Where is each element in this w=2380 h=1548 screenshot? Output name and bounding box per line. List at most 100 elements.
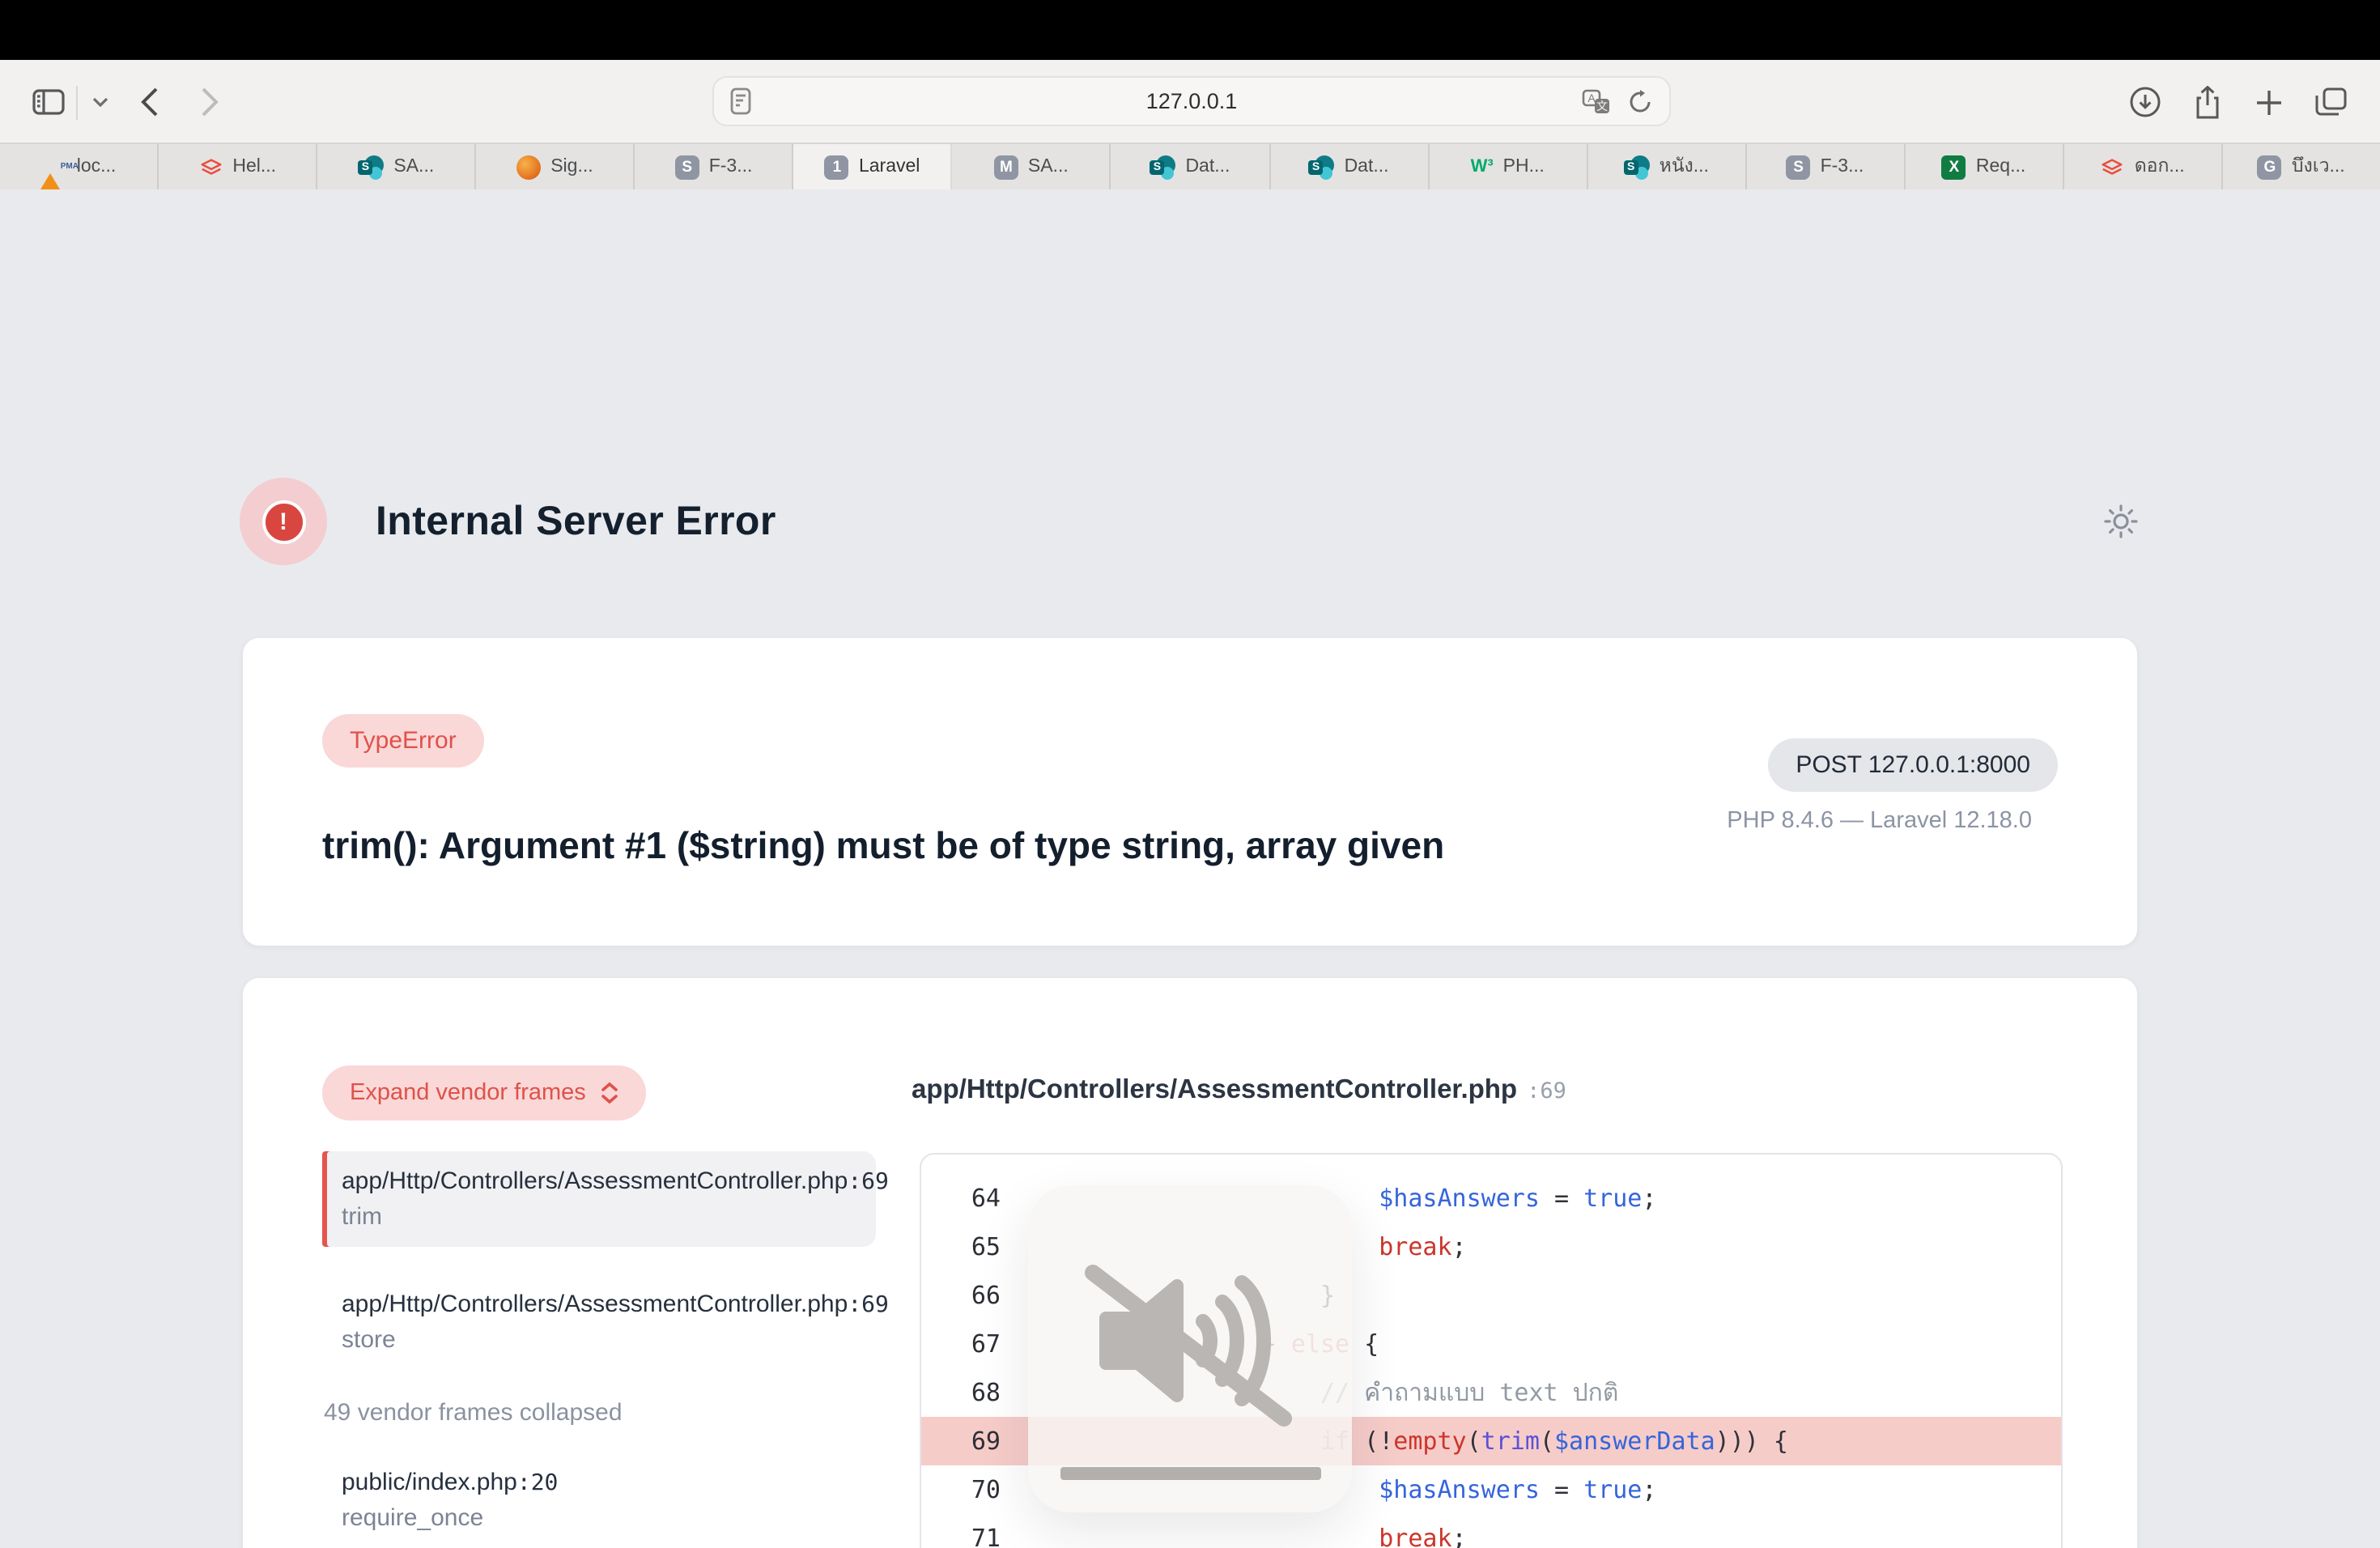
screen: 127.0.0.1 A 文: [0, 0, 2380, 1548]
back-button[interactable]: [130, 60, 168, 144]
svg-text:A: A: [1587, 91, 1596, 104]
code-line: break;: [1086, 1524, 1467, 1548]
page-title: Internal Server Error: [376, 498, 776, 545]
tab-label: บึงเว...: [2292, 152, 2345, 181]
volume-level-bar: [1060, 1467, 1321, 1479]
reader-view-icon[interactable]: [730, 87, 751, 115]
sidebar-menu-chevron[interactable]: [84, 60, 117, 144]
line-number: 71: [921, 1524, 1001, 1548]
frame-file-path: app/Http/Controllers/AssessmentControlle…: [342, 1287, 856, 1323]
macos-menubar: [0, 0, 2380, 60]
tab-label: SA...: [1028, 157, 1069, 176]
chevron-down-icon: [92, 97, 108, 107]
browser-tab[interactable]: 1 Laravel: [794, 144, 953, 189]
chevron-left-icon: [140, 87, 158, 117]
url-text: 127.0.0.1: [714, 89, 1669, 113]
browser-tab[interactable]: S Dat...: [1270, 144, 1429, 189]
browser-tab[interactable]: PMA loc...: [0, 144, 159, 189]
exception-type-badge: TypeError: [322, 714, 484, 768]
browser-tab[interactable]: W³PH...: [1429, 144, 1587, 189]
exception-message: trim(): Argument #1 ($string) must be of…: [322, 824, 1444, 868]
sharepoint-icon: S: [1309, 155, 1335, 179]
line-number: 67: [921, 1329, 1001, 1359]
sun-icon: [2102, 502, 2140, 541]
tab-label: PH...: [1503, 157, 1545, 176]
sharepoint-icon: S: [1624, 155, 1650, 179]
stack-frames-list: app/Http/Controllers/AssessmentControlle…: [322, 1151, 876, 1548]
muted-speaker-icon: [1083, 1250, 1297, 1431]
browser-tab[interactable]: G บึงเว...: [2223, 144, 2380, 189]
tab-label: Sig...: [550, 157, 593, 176]
sharepoint-icon: S: [358, 155, 384, 179]
stack-frame[interactable]: app/Http/Controllers/AssessmentControlle…: [322, 1274, 876, 1370]
volume-osd-overlay: [1028, 1185, 1352, 1512]
tab-label: SA...: [393, 157, 434, 176]
browser-tab[interactable]: S Dat...: [1111, 144, 1270, 189]
browser-tab[interactable]: SF-3...: [1746, 144, 1905, 189]
browser-tab[interactable]: S หนัง...: [1587, 144, 1746, 189]
share-button[interactable]: [2186, 60, 2228, 144]
sidebar-icon: [32, 89, 65, 115]
page-header: ! Internal Server Error: [240, 478, 776, 565]
stack-frame[interactable]: public/index.php:20require_once: [322, 1452, 876, 1548]
browser-tab[interactable]: Sig...: [476, 144, 635, 189]
tab-label: Dat...: [1185, 157, 1230, 176]
environment-versions: PHP 8.4.6 — Laravel 12.18.0: [1727, 808, 2032, 834]
request-method-badge: POST 127.0.0.1:8000: [1768, 738, 2058, 792]
line-number: 70: [921, 1475, 1001, 1504]
sharepoint-icon: S: [1150, 155, 1175, 179]
frame-function: require_once: [342, 1501, 856, 1535]
browser-tab[interactable]: Hel...: [159, 144, 317, 189]
code-file-path: app/Http/Controllers/AssessmentControlle…: [912, 1075, 1517, 1104]
new-tab-button[interactable]: [2247, 60, 2289, 144]
tab-label: หนัง...: [1660, 152, 1709, 181]
theme-toggle-button[interactable]: [2102, 502, 2140, 541]
forward-button[interactable]: [189, 60, 228, 144]
chevron-right-icon: [200, 87, 218, 117]
line-number: 68: [921, 1378, 1001, 1407]
address-bar[interactable]: 127.0.0.1 A 文: [712, 76, 1671, 126]
reload-icon[interactable]: [1627, 89, 1653, 115]
downloads-button[interactable]: [2124, 60, 2166, 144]
translate-icon[interactable]: A 文: [1582, 89, 1611, 115]
tab-strip: PMAloc...Hel...SSA...Sig...SF-3...1Larav…: [0, 144, 2380, 189]
tab-label: Laravel: [859, 157, 920, 176]
browser-tab[interactable]: ดอก...: [2064, 144, 2223, 189]
tabs-icon: [2315, 87, 2348, 117]
frame-file-path: app/Http/Controllers/AssessmentControlle…: [342, 1164, 856, 1200]
error-badge-icon: !: [240, 478, 327, 565]
frame-file-path: public/index.php:20: [342, 1465, 856, 1501]
browser-toolbar: 127.0.0.1 A 文: [0, 60, 2380, 144]
tab-label: Req...: [1976, 157, 2025, 176]
frame-function: store: [342, 1323, 856, 1357]
browser-tab[interactable]: MSA...: [953, 144, 1111, 189]
tab-overview-button[interactable]: [2309, 60, 2354, 144]
tab-label: loc...: [77, 157, 117, 176]
collapsed-frames-note[interactable]: 49 vendor frames collapsed: [324, 1397, 876, 1430]
stack-frame[interactable]: app/Http/Controllers/AssessmentControlle…: [322, 1151, 876, 1247]
code-row: 71 break;: [921, 1514, 2061, 1548]
code-line-ref: :69: [1527, 1078, 1566, 1104]
tab-label: F-3...: [709, 157, 753, 176]
tab-favicon: G: [2258, 155, 2282, 179]
expand-vendor-frames-button[interactable]: Expand vendor frames: [322, 1065, 646, 1121]
line-number: 64: [921, 1184, 1001, 1213]
plus-icon: [2255, 88, 2282, 116]
sphere-icon: [516, 155, 541, 179]
svg-text:文: 文: [1596, 100, 1608, 113]
laravel-icon: [2101, 156, 2125, 177]
browser-tab[interactable]: X Req...: [1906, 144, 2064, 189]
browser-tab[interactable]: S F-3...: [635, 144, 794, 189]
tab-favicon: 1: [825, 155, 849, 179]
browser-tab[interactable]: S SA...: [317, 144, 476, 189]
tab-label: Dat...: [1345, 157, 1389, 176]
phpmyadmin-icon: PMA: [41, 154, 67, 180]
tab-favicon: S: [1787, 155, 1811, 179]
excel-icon: X: [1942, 155, 1966, 179]
sidebar-toggle-button[interactable]: [26, 60, 71, 144]
share-icon: [2193, 85, 2221, 119]
line-number: 69: [921, 1427, 1001, 1456]
expand-vendor-frames-label: Expand vendor frames: [350, 1080, 586, 1106]
line-number: 65: [921, 1232, 1001, 1261]
tab-favicon: S: [675, 155, 699, 179]
